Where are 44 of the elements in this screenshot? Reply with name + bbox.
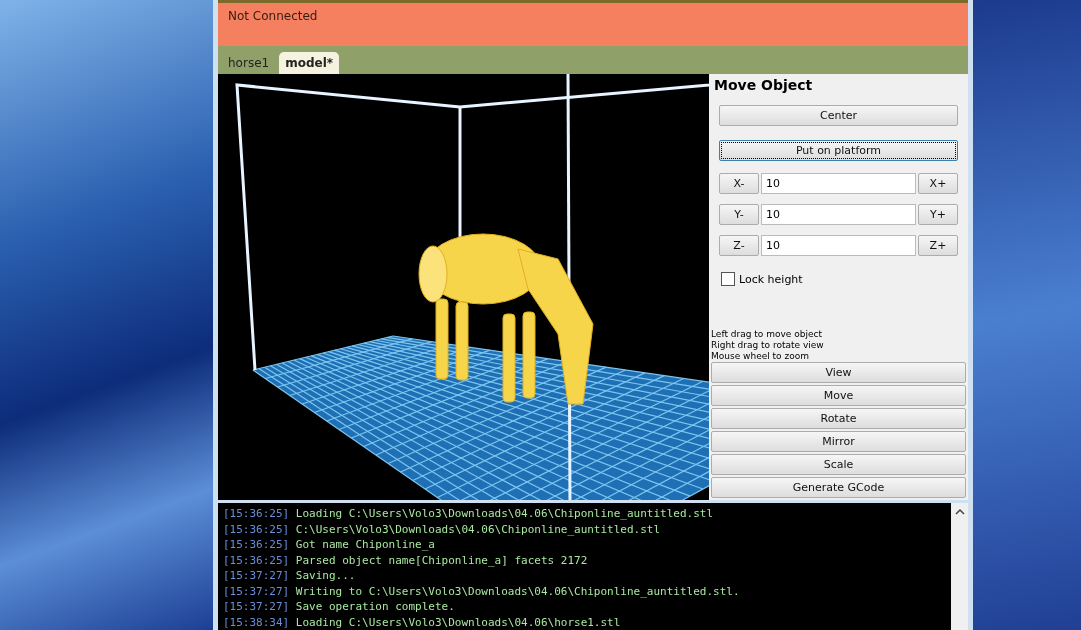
decrement-button[interactable]: Z-: [719, 235, 759, 256]
log-message: Parsed object name[Chiponline_a] facets 2172: [295, 553, 588, 567]
file-tab[interactable]: model*: [279, 52, 340, 74]
mode-button[interactable]: Scale: [711, 454, 966, 475]
log-timestamp: [15:36:25]: [223, 522, 290, 536]
log-timestamp: [15:37:27]: [223, 584, 290, 598]
decrement-button[interactable]: Y-: [719, 204, 759, 225]
log-timestamp: [15:38:34]: [223, 615, 290, 629]
mode-button[interactable]: Move: [711, 385, 966, 406]
checkbox[interactable]: [721, 272, 735, 286]
connection-status-text: Not Connected: [228, 9, 318, 23]
action-button[interactable]: Put on platform: [719, 140, 958, 161]
action-button[interactable]: Center: [719, 105, 958, 126]
log-timestamp: [15:37:27]: [223, 600, 290, 613]
log-message: Saving...: [295, 569, 356, 582]
log-message: Save operation complete.: [295, 600, 455, 613]
log-message: Loading C:\Users\Volo3\Downloads\04.06\horse1.stl: [295, 615, 621, 629]
hint-text: Left drag to move object: [711, 329, 823, 340]
log-timestamp: [15:36:25]: [223, 538, 290, 551]
file-tab[interactable]: horse1: [222, 52, 276, 74]
log-timestamp: [15:37:27]: [223, 569, 290, 582]
log-message: Loading C:\Users\Volo3\Downloads\04.06\Chiponline_auntitled.stl: [295, 507, 714, 520]
mode-button[interactable]: Generate GCode: [711, 477, 966, 498]
step-input-field[interactable]: 10: [761, 204, 916, 225]
log-timestamp: [15:36:25]: [223, 553, 290, 567]
log-timestamp: [15:36:25]: [223, 507, 290, 520]
log-message: Writing to C:\Users\Volo3\Downloads\04.06\Chiponline_auntitled.stl.: [295, 584, 740, 598]
panel-title: Move Object: [713, 77, 814, 95]
decrement-button[interactable]: X-: [719, 173, 759, 194]
scroll-up-icon[interactable]: [954, 508, 965, 515]
hint-text: Right drag to rotate view: [711, 340, 825, 351]
increment-button[interactable]: Y+: [918, 204, 958, 225]
hint-text: Mouse wheel to zoom: [711, 351, 810, 362]
step-input-field[interactable]: 10: [761, 235, 916, 256]
mode-button[interactable]: Rotate: [711, 408, 966, 429]
mode-button[interactable]: View: [711, 362, 966, 383]
log-message: Got name Chiponline_a: [295, 538, 435, 551]
increment-button[interactable]: Z+: [918, 235, 958, 256]
checkbox-label: Lock height: [739, 272, 803, 286]
step-input-field[interactable]: 10: [761, 173, 916, 194]
log-message: C:\Users\Volo3\Downloads\04.06\Chiponline_auntitled.stl: [295, 522, 661, 536]
mode-button[interactable]: Mirror: [711, 431, 966, 452]
scrollbar[interactable]: [951, 503, 968, 630]
increment-button[interactable]: X+: [918, 173, 958, 194]
